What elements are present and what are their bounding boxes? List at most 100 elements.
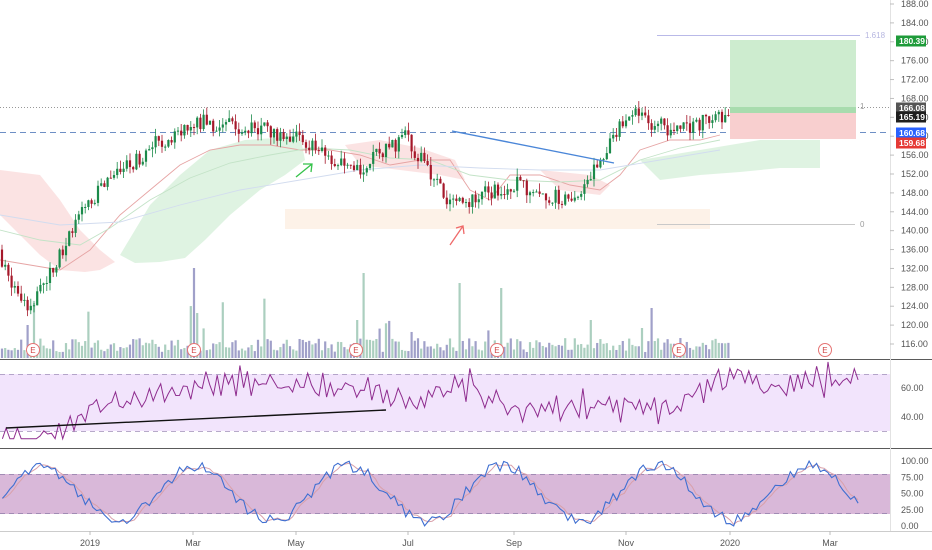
volume-bar [372,340,375,358]
volume-bar [468,338,471,358]
volume-bar [288,346,292,358]
candle-body [160,140,164,147]
time-tick-label: 2019 [80,538,100,548]
volume-bar [122,348,125,358]
candle-body [650,123,653,130]
volume-bar [720,343,724,358]
volume-bar [234,340,237,358]
volume-bar [727,342,730,358]
volume-bar [538,342,541,358]
volume-bar [583,347,586,358]
volume-bar [580,344,583,358]
price-tick-label: 168.00 [901,93,929,103]
candle-body [304,142,308,148]
volume-bar [452,347,455,358]
volume-bar [96,340,100,358]
candle-body [711,120,714,123]
candle-body [212,120,215,132]
stock-chart: 1.618 1 0 EEEEEE 188.00184.00180.00176.0… [0,0,932,548]
candle-body [647,115,650,124]
volume-bar [378,328,381,358]
volume-bar [311,344,314,358]
time-tick-label: Jul [402,538,414,548]
candle-body [16,286,20,294]
volume-bar [64,343,68,358]
candle-body [205,114,208,125]
volume-bar [119,347,122,358]
volume-bar [381,351,384,358]
candle-body [596,164,599,168]
candle-body [724,114,727,123]
candle-body [87,200,90,208]
candle-body [7,264,10,276]
volume-bar [407,351,410,358]
candle-body [372,151,375,164]
candle-body [308,147,311,151]
candle-body [375,148,378,152]
volume-bar [144,342,148,358]
candle-body [605,153,608,160]
volume-bar [701,342,704,358]
candle-body [676,125,679,131]
earnings-marker-label: E [822,346,827,355]
candle-body [592,164,596,180]
candle-body [359,164,362,175]
candle-body [356,164,359,171]
candle-body [407,130,410,135]
volume-bar [215,344,218,358]
candle-body [58,249,61,268]
candle-body [64,245,68,256]
candle-body [336,165,340,167]
candle-body [298,131,301,136]
volume-bar [55,351,58,358]
volume-bar [528,342,532,358]
volume-bar [285,339,288,358]
volume-bar [202,328,205,358]
volume-bar [666,339,669,358]
volume-bar [205,350,208,358]
fib-label-0: 0 [860,220,865,229]
volume-bar [170,340,173,358]
earnings-marker-label: E [494,346,499,355]
candle-body [84,207,87,209]
candle-body [260,125,263,135]
volume-bar [698,346,701,358]
candle-body [468,202,471,208]
candle-body [512,190,516,192]
volume-bar [384,323,388,358]
candle-body [125,160,128,169]
fib-label-1: 1 [860,102,865,111]
candle-body [490,192,493,199]
candle-body [61,249,64,256]
volume-bar [394,341,397,358]
volume-bar [388,320,391,358]
volume-bar [282,343,285,358]
volume-bar [685,341,688,358]
volume-bar [423,341,426,358]
candle-body [500,194,503,196]
volume-bar [439,347,442,358]
volume-bar [442,350,445,358]
price-tag-label: 180.39 [899,36,925,46]
candle-body [404,130,407,136]
volume-bar [573,338,576,358]
volume-bar [669,343,672,358]
volume-bar [724,343,727,358]
candle-body [314,140,317,151]
price-tick-label: 144.00 [901,207,929,217]
price-tick-label: 132.00 [901,263,929,273]
volume-bar [212,343,215,358]
volume-bar [455,350,458,358]
candle-body [272,129,276,138]
candle-body [653,126,656,130]
candle-body [276,129,279,141]
candle-body [548,200,551,203]
price-tag-label: 160.68 [899,128,925,138]
candle-body [541,193,544,195]
volume-bar [343,347,346,358]
volume-bar [448,338,452,358]
volume-bar [52,340,55,358]
candle-body [0,249,4,267]
candle-body [311,140,314,151]
candle-body [282,132,285,140]
